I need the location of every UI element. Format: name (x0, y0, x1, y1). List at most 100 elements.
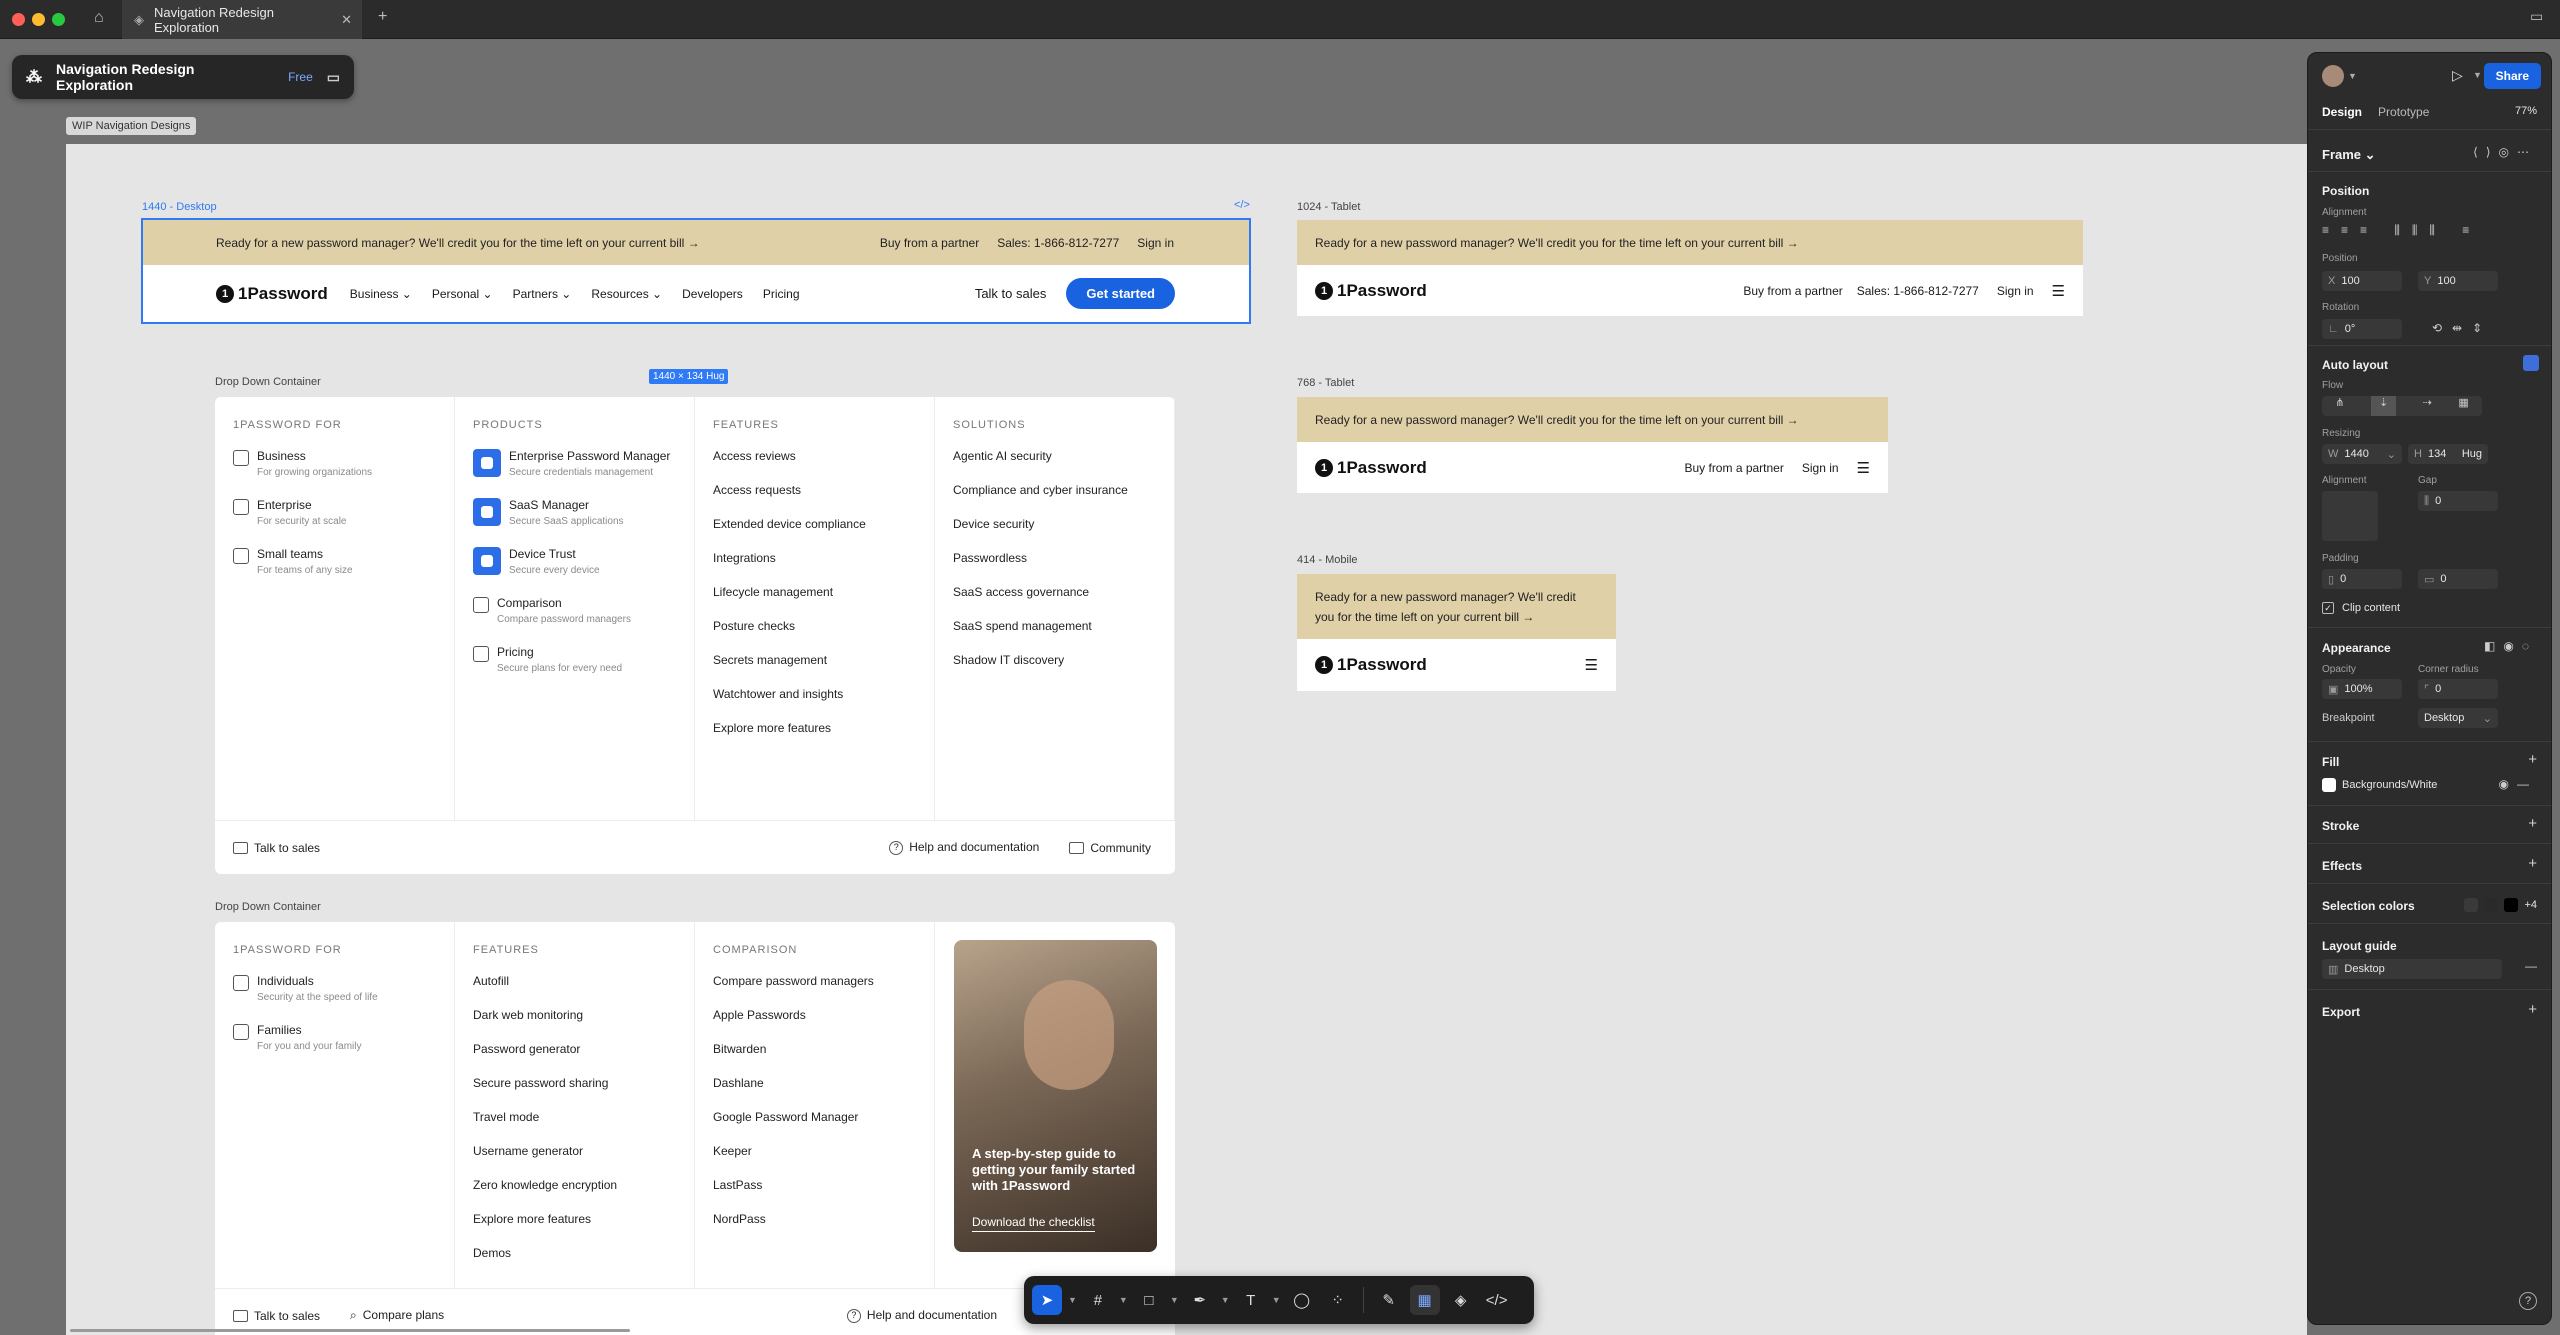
menu-link[interactable]: Shadow IT discovery (953, 653, 1156, 667)
menu-link[interactable]: SaaS access governance (953, 585, 1156, 599)
y-input[interactable]: Y 100 (2418, 271, 2498, 291)
sidebar-toggle-icon[interactable]: ▭ (2530, 8, 2543, 25)
menu-link[interactable]: Google Password Manager (713, 1110, 916, 1124)
tab-prototype[interactable]: Prototype (2378, 105, 2429, 119)
menu-item[interactable]: Small teams For teams of any size (233, 547, 436, 576)
minimize-window-button[interactable] (32, 13, 45, 26)
close-tab-icon[interactable]: ✕ (341, 12, 352, 28)
frame-tablet-768[interactable]: Ready for a new password manager? We'll … (1297, 397, 1888, 493)
draw-mode-icon[interactable]: ✎ (1374, 1285, 1404, 1315)
sign-in-link[interactable]: Sign in (1997, 284, 2034, 298)
tab-design[interactable]: Design (2322, 105, 2362, 119)
menu-link[interactable]: Bitwarden (713, 1042, 916, 1056)
menu-link[interactable]: Apple Passwords (713, 1008, 916, 1022)
layer-type-dropdown[interactable]: Frame ⌄ (2322, 147, 2376, 163)
canvas[interactable]: ⁂ Navigation Redesign Exploration Free ▭… (0, 39, 2307, 1335)
tab-document[interactable]: ◈ Navigation Redesign Exploration ✕ (122, 0, 362, 39)
nav-item[interactable]: Personal ⌄ (432, 287, 493, 301)
menu-item[interactable]: Individuals Security at the speed of life (233, 974, 436, 1003)
maximize-window-button[interactable] (52, 13, 65, 26)
menu-link[interactable]: Travel mode (473, 1110, 676, 1124)
menu-link[interactable]: LastPass (713, 1178, 916, 1192)
menu-link[interactable]: Integrations (713, 551, 916, 565)
layout-guide-select[interactable]: ▥ Desktop (2322, 959, 2502, 979)
frame-tablet-1024[interactable]: Ready for a new password manager? We'll … (1297, 220, 2083, 316)
selection-color-swatches[interactable]: +4 (2464, 898, 2537, 912)
menu-item[interactable]: Families For you and your family (233, 1023, 436, 1052)
nav-item[interactable]: Business ⌄ (350, 287, 412, 301)
menu-link[interactable]: Watchtower and insights (713, 687, 916, 701)
frame-actions-icon[interactable]: ⟨⟩◎⋯ (2473, 145, 2537, 159)
buy-partner-link[interactable]: Buy from a partner (1684, 461, 1783, 475)
menu-item[interactable]: Device Trust Secure every device (473, 547, 676, 576)
help-docs-link[interactable]: ? Help and documentation (846, 1308, 997, 1323)
hamburger-icon[interactable]: ☰ (1857, 459, 1870, 477)
close-window-button[interactable] (12, 13, 25, 26)
talk-to-sales-link[interactable]: Talk to sales (233, 841, 320, 855)
auto-layout-icon[interactable] (2523, 355, 2539, 371)
file-menu[interactable]: ⁂ Navigation Redesign Exploration Free ▭ (12, 55, 354, 99)
hamburger-icon[interactable]: ☰ (2052, 282, 2065, 300)
menu-item[interactable]: Enterprise Password Manager Secure creden… (473, 449, 676, 478)
menu-link[interactable]: Device security (953, 517, 1156, 531)
alignment-buttons-icon[interactable]: ≡≡≡ ⫼⫼⫼ ≡ (2322, 223, 2481, 238)
play-icon[interactable]: ▷ (2452, 67, 2463, 84)
padding-vertical-input[interactable]: ▭ 0 (2418, 569, 2498, 589)
sign-in-link[interactable]: Sign in (1137, 236, 1174, 250)
dropdown-label[interactable]: Drop Down Container (215, 376, 321, 388)
chevron-down-icon[interactable]: ▼ (1119, 1295, 1128, 1305)
menu-link[interactable]: Demos (473, 1246, 676, 1260)
menu-item[interactable]: Business For growing organizations (233, 449, 436, 478)
menu-link[interactable]: Secure password sharing (473, 1076, 676, 1090)
clip-content-checkbox[interactable]: ✓ Clip content (2322, 602, 2400, 614)
rectangle-tool-icon[interactable]: □ (1134, 1285, 1164, 1315)
frame-desktop[interactable]: Ready for a new password manager? We'll … (141, 218, 1251, 384)
menu-item[interactable]: Comparison Compare password managers (473, 596, 676, 625)
home-icon[interactable]: ⌂ (94, 9, 104, 27)
avatar[interactable] (2322, 65, 2344, 87)
buy-partner-link[interactable]: Buy from a partner (880, 236, 979, 250)
rotation-input[interactable]: ∟ 0° (2322, 319, 2402, 339)
menu-link[interactable]: Access requests (713, 483, 916, 497)
sign-in-link[interactable]: Sign in (1802, 461, 1839, 475)
gap-input[interactable]: ⫼ 0 (2418, 491, 2498, 511)
pen-tool-icon[interactable]: ✒ (1185, 1285, 1215, 1315)
menu-link[interactable]: Passwordless (953, 551, 1156, 565)
code-icon[interactable]: </> (1234, 199, 1250, 211)
horizontal-scrollbar[interactable] (70, 1329, 630, 1332)
help-docs-link[interactable]: ? Help and documentation (889, 840, 1039, 855)
banner-text-line1[interactable]: Ready for a new password manager? We'll … (1315, 587, 1576, 607)
nav-item[interactable]: Partners ⌄ (513, 287, 572, 301)
opacity-input[interactable]: ▣ 100% (2322, 679, 2402, 699)
comment-tool-icon[interactable]: ◯ (1287, 1285, 1317, 1315)
menu-link[interactable]: Agentic AI security (953, 449, 1156, 463)
help-icon[interactable]: ? (2519, 1292, 2537, 1310)
appearance-icons[interactable]: ◧◉◌ (2484, 639, 2537, 653)
chevron-down-icon[interactable]: ▼ (1221, 1295, 1230, 1305)
menu-item[interactable]: Enterprise For security at scale (233, 498, 436, 527)
zoom-level[interactable]: 77% (2515, 105, 2537, 117)
fill-visibility-icon[interactable]: ◉— (2499, 777, 2537, 791)
menu-link[interactable]: Password generator (473, 1042, 676, 1056)
get-started-button[interactable]: Get started (1066, 278, 1175, 309)
banner-text[interactable]: Ready for a new password manager? We'll … (1315, 236, 1799, 250)
brand-logo[interactable]: 1 1Password (1315, 281, 1427, 301)
menu-item[interactable]: Pricing Secure plans for every need (473, 645, 676, 674)
banner-text[interactable]: Ready for a new password manager? We'll … (1315, 413, 1799, 427)
x-input[interactable]: X 100 (2322, 271, 2402, 291)
breakpoint-select[interactable]: Desktop ⌄ (2418, 708, 2498, 728)
actions-tool-icon[interactable]: ⁘ (1323, 1285, 1353, 1315)
corner-radius-input[interactable]: ⌜ 0 (2418, 679, 2498, 699)
promo-card[interactable]: A step-by-step guide to getting your fam… (954, 940, 1157, 1252)
frame-mobile[interactable]: Ready for a new password manager? We'll … (1297, 574, 1616, 691)
remove-guide-icon[interactable]: — (2525, 959, 2537, 973)
menu-link[interactable]: Compliance and cyber insurance (953, 483, 1156, 497)
banner-text-line2[interactable]: you for the time left on your current bi… (1315, 607, 1534, 627)
dropdown-personal[interactable]: 1PASSWORD FOR Individuals Security at the… (215, 922, 1175, 1335)
brand-logo[interactable]: 1 1Password (216, 284, 328, 304)
chevron-down-icon[interactable]: ▼ (1170, 1295, 1179, 1305)
sales-phone[interactable]: Sales: 1-866-812-7277 (997, 236, 1119, 250)
flow-selector[interactable]: ⋔ ⇣ ⇢ ▦ (2322, 396, 2482, 416)
menu-item[interactable]: SaaS Manager Secure SaaS applications (473, 498, 676, 527)
compare-plans-link[interactable]: ⌕ Compare plans (350, 1308, 444, 1323)
